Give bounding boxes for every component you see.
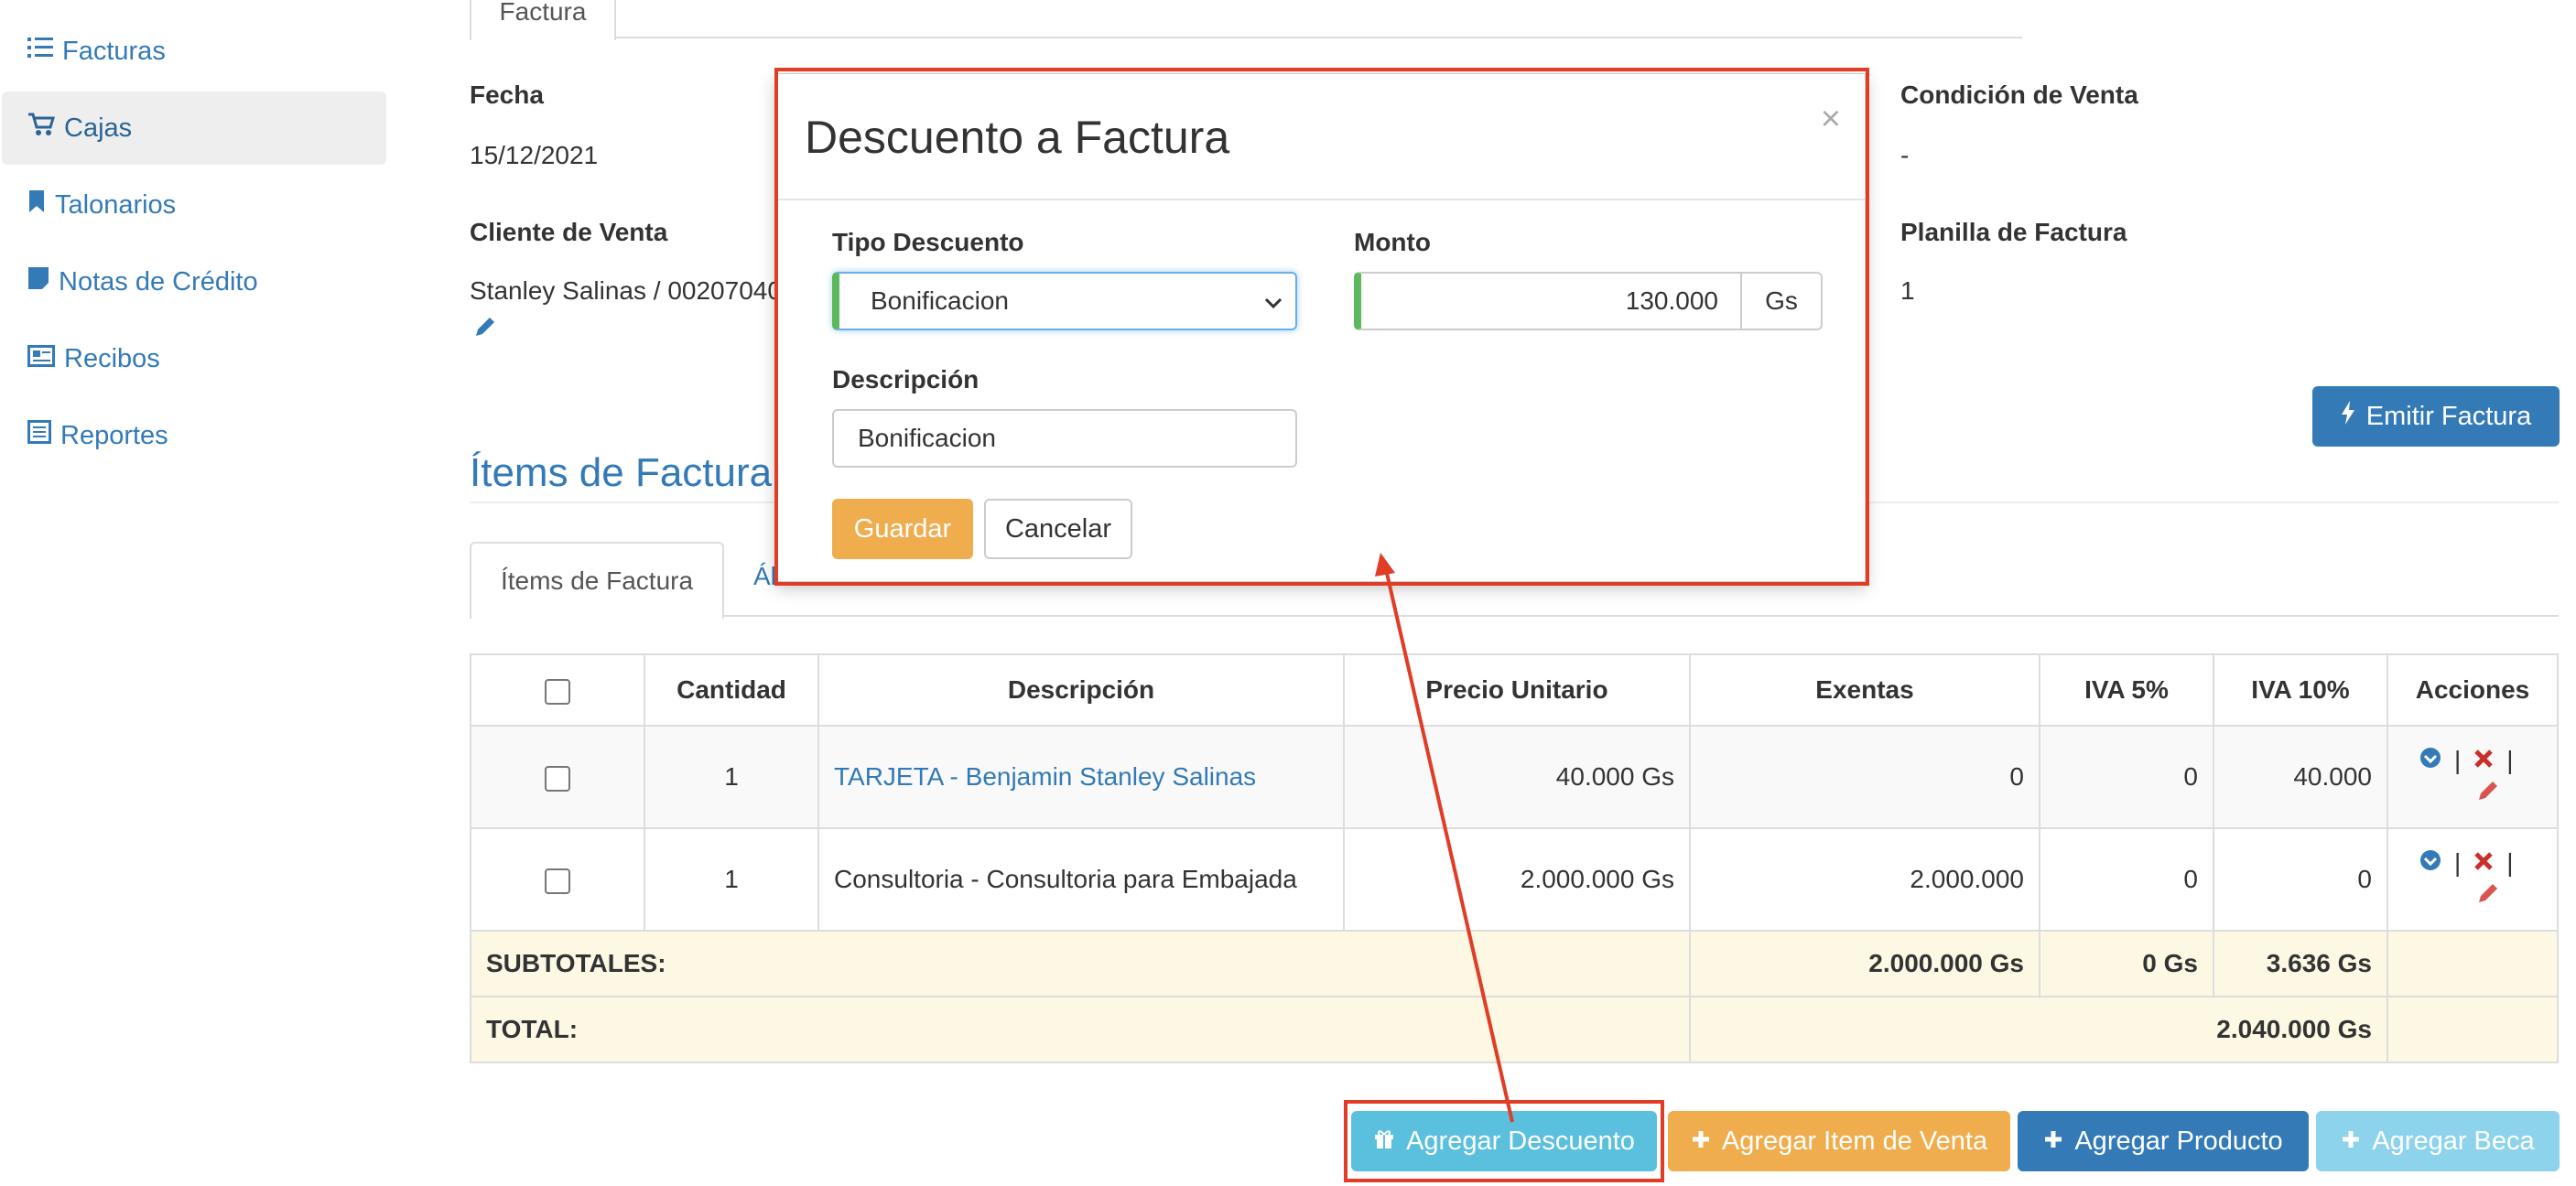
annotation-arrow (1375, 553, 1514, 1123)
